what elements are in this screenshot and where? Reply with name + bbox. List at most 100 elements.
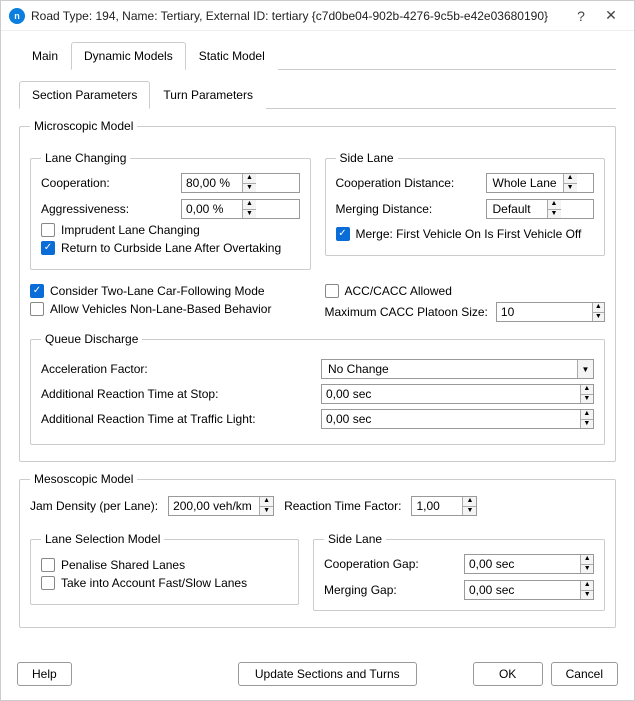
down-arrow-icon: ▼ bbox=[548, 210, 561, 219]
merge-distance-value: Default bbox=[487, 200, 547, 218]
penalise-checkbox[interactable]: Penalise Shared Lanes bbox=[41, 558, 288, 572]
max-cacc-spinner[interactable]: ▲▼ bbox=[496, 302, 605, 322]
titlebar: n Road Type: 194, Name: Tertiary, Extern… bbox=[1, 1, 634, 31]
jam-density-label: Jam Density (per Lane): bbox=[30, 499, 158, 513]
merge-fifo-checkbox[interactable]: Merge: First Vehicle On Is First Vehicle… bbox=[336, 227, 595, 241]
spinner-arrows[interactable]: ▲▼ bbox=[580, 410, 593, 428]
app-icon: n bbox=[9, 8, 25, 24]
max-cacc-label: Maximum CACC Platoon Size: bbox=[325, 305, 488, 319]
spinner-arrows[interactable]: ▲▼ bbox=[462, 497, 476, 515]
close-icon[interactable]: ✕ bbox=[596, 7, 626, 24]
art-tl-spinner[interactable]: ▲▼ bbox=[321, 409, 594, 429]
rtf-spinner[interactable]: ▲▼ bbox=[411, 496, 477, 516]
spinner-arrows[interactable]: ▲▼ bbox=[580, 555, 593, 573]
help-icon[interactable]: ? bbox=[566, 8, 596, 24]
coop-distance-select[interactable]: Whole Lane ▲▼ bbox=[486, 173, 595, 193]
up-arrow-icon: ▲ bbox=[260, 497, 273, 507]
down-arrow-icon: ▼ bbox=[593, 313, 604, 322]
merge-distance-label: Merging Distance: bbox=[336, 202, 486, 216]
queue-discharge-group: Queue Discharge Acceleration Factor: No … bbox=[30, 332, 605, 445]
imprudent-checkbox[interactable]: Imprudent Lane Changing bbox=[41, 223, 300, 237]
up-arrow-icon: ▲ bbox=[593, 303, 604, 313]
aggressiveness-spinner[interactable]: ▲▼ bbox=[181, 199, 300, 219]
two-lane-checkbox[interactable]: Consider Two-Lane Car-Following Mode bbox=[30, 284, 311, 298]
checkbox-icon bbox=[325, 284, 339, 298]
up-arrow-icon: ▲ bbox=[463, 497, 476, 507]
merge-gap-label: Merging Gap: bbox=[324, 583, 464, 597]
accel-factor-select[interactable]: No Change ▼ bbox=[321, 359, 594, 379]
tab-section-parameters[interactable]: Section Parameters bbox=[19, 81, 150, 109]
checkbox-icon bbox=[41, 223, 55, 237]
rtf-label: Reaction Time Factor: bbox=[284, 499, 401, 513]
art-stop-spinner[interactable]: ▲▼ bbox=[321, 384, 594, 404]
help-button[interactable]: Help bbox=[17, 662, 72, 686]
window-title: Road Type: 194, Name: Tertiary, External… bbox=[31, 9, 566, 23]
aggressiveness-label: Aggressiveness: bbox=[41, 202, 181, 216]
acc-cacc-label: ACC/CACC Allowed bbox=[345, 284, 452, 298]
microscopic-legend: Microscopic Model bbox=[30, 119, 137, 133]
tab-main[interactable]: Main bbox=[19, 42, 71, 70]
cooperation-input[interactable] bbox=[182, 174, 242, 192]
spinner-arrows[interactable]: ▲▼ bbox=[259, 497, 273, 515]
tab-turn-parameters[interactable]: Turn Parameters bbox=[150, 81, 266, 109]
side-lane-legend: Side Lane bbox=[336, 151, 398, 165]
acc-cacc-checkbox[interactable]: ACC/CACC Allowed bbox=[325, 284, 606, 298]
accel-factor-value: No Change bbox=[322, 360, 577, 378]
up-arrow-icon: ▲ bbox=[243, 174, 256, 184]
return-curbside-checkbox[interactable]: Return to Curbside Lane After Overtaking bbox=[41, 241, 300, 255]
side-lane-group: Side Lane Cooperation Distance: Whole La… bbox=[325, 151, 606, 256]
spinner-arrows[interactable]: ▲▼ bbox=[242, 174, 256, 192]
tab-dynamic-models[interactable]: Dynamic Models bbox=[71, 42, 186, 70]
coop-gap-spinner[interactable]: ▲▼ bbox=[464, 554, 594, 574]
coop-gap-input[interactable] bbox=[465, 555, 580, 573]
up-arrow-icon: ▲ bbox=[581, 385, 593, 395]
cooperation-label: Cooperation: bbox=[41, 176, 181, 190]
down-arrow-icon: ▼ bbox=[564, 184, 577, 193]
lane-selection-legend: Lane Selection Model bbox=[41, 532, 164, 546]
down-arrow-icon: ▼ bbox=[581, 591, 593, 600]
aggressiveness-input[interactable] bbox=[182, 200, 242, 218]
spinner-arrows[interactable]: ▲▼ bbox=[580, 581, 593, 599]
rtf-input[interactable] bbox=[412, 497, 462, 515]
tab-static-model[interactable]: Static Model bbox=[186, 42, 278, 70]
down-arrow-icon: ▼ bbox=[243, 210, 256, 219]
jam-density-input[interactable] bbox=[169, 497, 259, 515]
checkbox-icon bbox=[41, 558, 55, 572]
art-stop-input[interactable] bbox=[322, 385, 580, 403]
spinner-arrows[interactable]: ▲▼ bbox=[563, 174, 577, 192]
spinner-arrows[interactable]: ▲▼ bbox=[580, 385, 593, 403]
chevron-down-icon[interactable]: ▼ bbox=[577, 360, 593, 378]
up-arrow-icon: ▲ bbox=[548, 200, 561, 210]
cooperation-spinner[interactable]: ▲▼ bbox=[181, 173, 300, 193]
fast-slow-checkbox[interactable]: Take into Account Fast/Slow Lanes bbox=[41, 576, 288, 590]
jam-density-spinner[interactable]: ▲▼ bbox=[168, 496, 274, 516]
update-sections-button[interactable]: Update Sections and Turns bbox=[238, 662, 417, 686]
spinner-arrows[interactable]: ▲▼ bbox=[592, 303, 604, 321]
dialog-window: n Road Type: 194, Name: Tertiary, Extern… bbox=[0, 0, 635, 701]
queue-discharge-legend: Queue Discharge bbox=[41, 332, 142, 346]
art-tl-input[interactable] bbox=[322, 410, 580, 428]
max-cacc-input[interactable] bbox=[497, 303, 592, 321]
ok-button[interactable]: OK bbox=[473, 662, 543, 686]
spinner-arrows[interactable]: ▲▼ bbox=[547, 200, 561, 218]
merge-gap-spinner[interactable]: ▲▼ bbox=[464, 580, 594, 600]
merge-distance-select[interactable]: Default ▲▼ bbox=[486, 199, 595, 219]
down-arrow-icon: ▼ bbox=[581, 420, 593, 429]
meso-side-lane-group: Side Lane Cooperation Gap: ▲▼ Merging Ga… bbox=[313, 532, 605, 611]
cancel-button[interactable]: Cancel bbox=[551, 662, 618, 686]
checkbox-icon bbox=[41, 241, 55, 255]
fast-slow-label: Take into Account Fast/Slow Lanes bbox=[61, 576, 247, 590]
checkbox-icon bbox=[30, 284, 44, 298]
merge-fifo-label: Merge: First Vehicle On Is First Vehicle… bbox=[356, 227, 582, 241]
checkbox-icon bbox=[30, 302, 44, 316]
art-stop-label: Additional Reaction Time at Stop: bbox=[41, 387, 321, 401]
sub-tabs: Section Parameters Turn Parameters bbox=[19, 80, 616, 109]
checkbox-icon bbox=[336, 227, 350, 241]
non-lane-checkbox[interactable]: Allow Vehicles Non-Lane-Based Behavior bbox=[30, 302, 311, 316]
mesoscopic-model-group: Mesoscopic Model Jam Density (per Lane):… bbox=[19, 472, 616, 628]
spinner-arrows[interactable]: ▲▼ bbox=[242, 200, 256, 218]
lane-selection-group: Lane Selection Model Penalise Shared Lan… bbox=[30, 532, 299, 605]
down-arrow-icon: ▼ bbox=[581, 395, 593, 404]
merge-gap-input[interactable] bbox=[465, 581, 580, 599]
mesoscopic-legend: Mesoscopic Model bbox=[30, 472, 137, 486]
